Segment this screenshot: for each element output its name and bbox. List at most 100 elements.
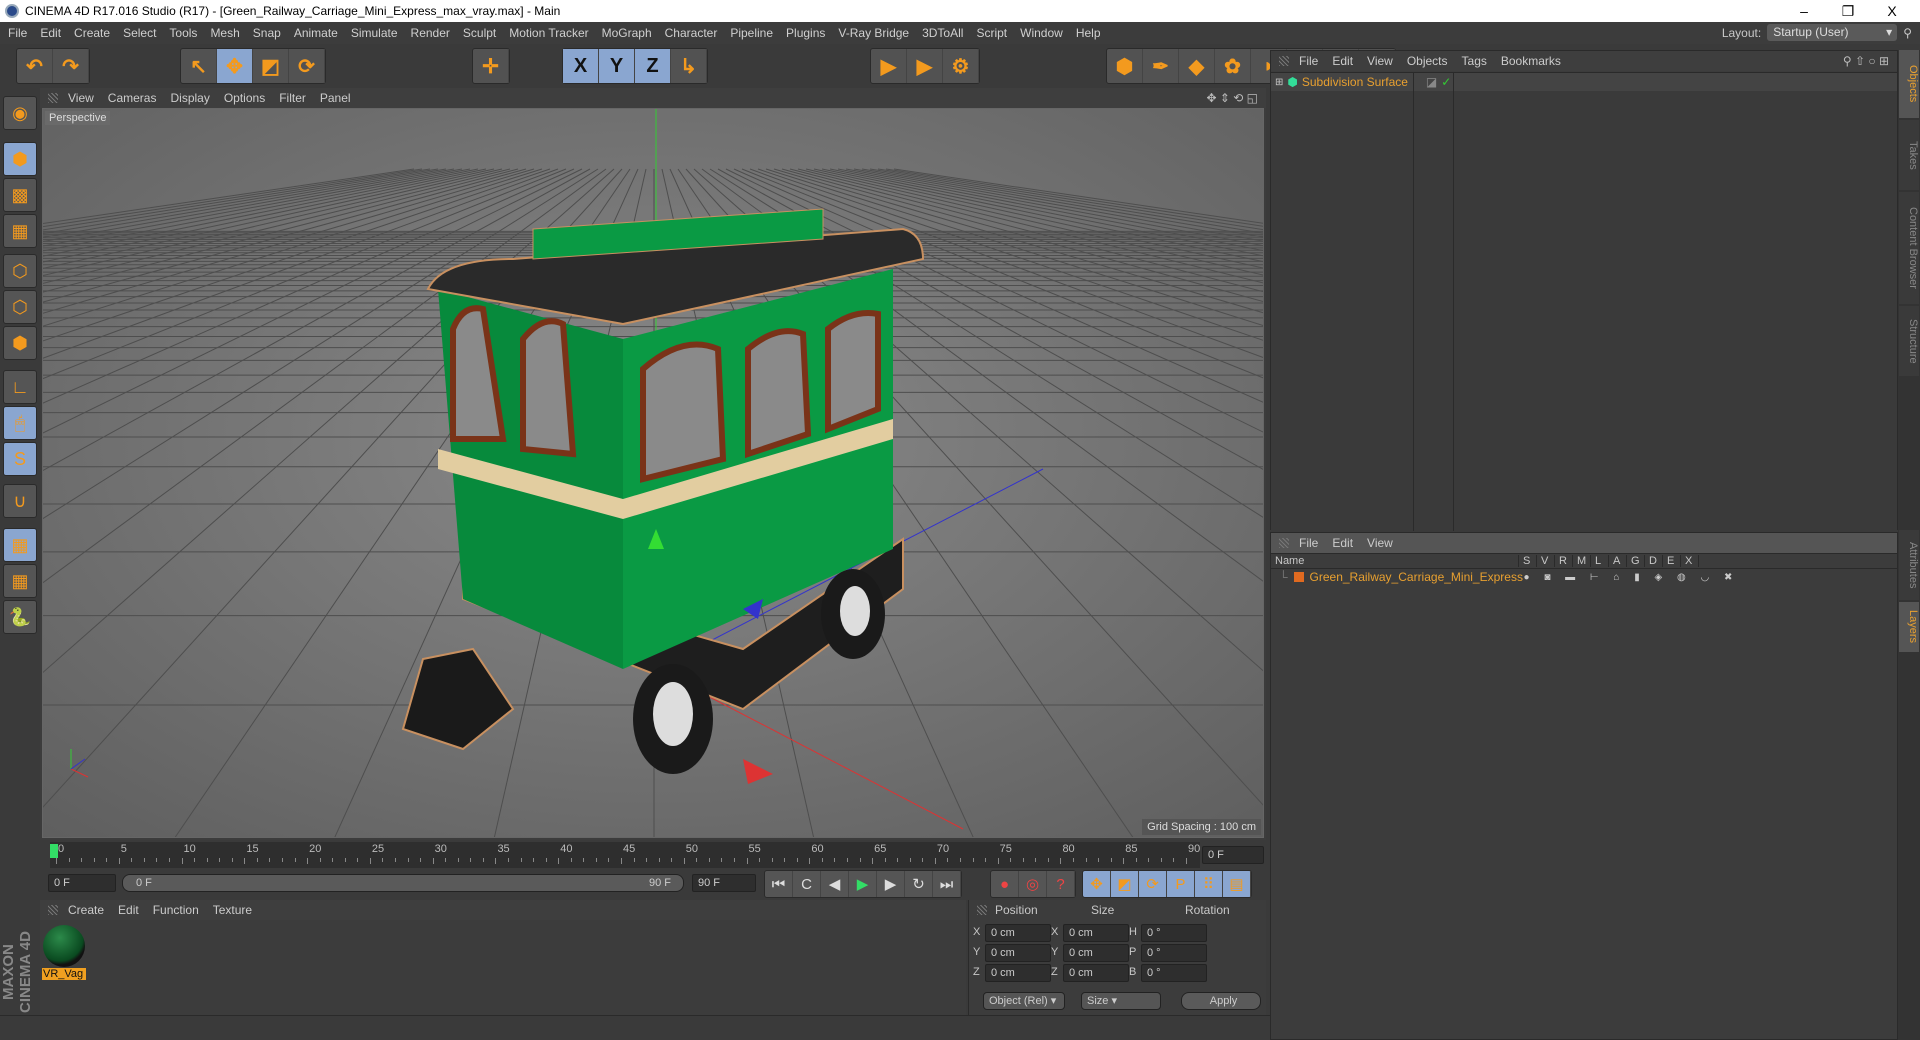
menu-file[interactable]: File (8, 26, 27, 40)
key-rotation-icon[interactable]: ⟳ (1139, 871, 1167, 897)
menu-create[interactable]: Create (74, 26, 110, 40)
position-z-field[interactable]: 0 cm (985, 964, 1051, 982)
cloner-icon[interactable]: ✿ (1215, 49, 1251, 83)
go-end-icon[interactable]: ⏭ (933, 871, 961, 897)
coordinate-mode-dropdown[interactable]: Object (Rel) ▾ (983, 992, 1065, 1010)
menu-file[interactable]: File (1299, 536, 1318, 550)
layer-column-d[interactable]: D (1645, 555, 1663, 567)
menu-create[interactable]: Create (68, 903, 104, 917)
workplane-align-icon[interactable]: ▦ (3, 564, 37, 598)
3d-viewport[interactable]: Perspective Grid Spacing : 100 cm (42, 108, 1264, 838)
menu-display[interactable]: Display (170, 91, 209, 105)
menu-snap[interactable]: Snap (253, 26, 281, 40)
prev-frame-icon[interactable]: ◀ (821, 871, 849, 897)
menu-select[interactable]: Select (123, 26, 156, 40)
menu-mograph[interactable]: MoGraph (602, 26, 652, 40)
menu-tags[interactable]: Tags (1462, 54, 1487, 68)
menu-objects[interactable]: Objects (1407, 54, 1448, 68)
redo-icon[interactable]: ↷ (53, 49, 89, 83)
texture-mode-icon[interactable]: ▩ (3, 178, 37, 212)
play-icon[interactable]: ▶ (849, 871, 877, 897)
menu-bookmarks[interactable]: Bookmarks (1501, 54, 1561, 68)
menu-v-ray-bridge[interactable]: V-Ray Bridge (838, 26, 909, 40)
autokey-icon[interactable]: ◎ (1019, 871, 1047, 897)
select-icon[interactable]: ↖ (181, 49, 217, 83)
python-icon[interactable]: 🐍 (3, 600, 37, 634)
material-swatch[interactable]: VR_Vag (42, 924, 86, 982)
menu-function[interactable]: Function (153, 903, 199, 917)
search-icon[interactable]: ⚲ (1903, 26, 1912, 40)
position-x-field[interactable]: 0 cm (985, 924, 1051, 942)
key-position-icon[interactable]: ✥ (1083, 871, 1111, 897)
pen-spline-icon[interactable]: ✒ (1143, 49, 1179, 83)
menu-simulate[interactable]: Simulate (351, 26, 398, 40)
layer-column-e[interactable]: E (1663, 555, 1681, 567)
layout-dropdown[interactable]: Startup (User) ▾ (1767, 24, 1898, 41)
view-label[interactable]: Perspective (45, 111, 111, 125)
menu-edit[interactable]: Edit (40, 26, 61, 40)
size-z-field[interactable]: 0 cm (1063, 964, 1129, 982)
playhead[interactable] (50, 844, 58, 858)
tab-takes[interactable]: Takes (1899, 120, 1919, 190)
key-scale-icon[interactable]: ◩ (1111, 871, 1139, 897)
layer-column-name[interactable]: Name (1271, 555, 1519, 567)
menu-edit[interactable]: Edit (118, 903, 139, 917)
key-param-icon[interactable]: P (1167, 871, 1195, 897)
menu-animate[interactable]: Animate (294, 26, 338, 40)
menu-view[interactable]: View (68, 91, 94, 105)
points-mode-icon[interactable]: ⬡ (3, 254, 37, 288)
layer-column-s[interactable]: S (1519, 555, 1537, 567)
minimize-button[interactable]: – (1784, 0, 1824, 22)
record-icon[interactable]: ● (991, 871, 1019, 897)
menu-plugins[interactable]: Plugins (786, 26, 825, 40)
menu-cameras[interactable]: Cameras (108, 91, 157, 105)
next-key-icon[interactable]: ↻ (905, 871, 933, 897)
tweak-icon[interactable]: 🖱 (3, 406, 37, 440)
size-mode-dropdown[interactable]: Size ▾ (1081, 992, 1161, 1010)
menu-panel[interactable]: Panel (320, 91, 351, 105)
menu-character[interactable]: Character (665, 26, 718, 40)
z-axis-icon[interactable]: Z (635, 49, 671, 83)
layer-row[interactable]: └ Green_Railway_Carriage_Mini_Express ● … (1271, 569, 1897, 585)
polygons-mode-icon[interactable]: ⬢ (3, 326, 37, 360)
render-view-icon[interactable]: ▶ (871, 49, 907, 83)
layer-color-swatch[interactable] (1293, 572, 1304, 582)
x-axis-icon[interactable]: X (563, 49, 599, 83)
size-y-field[interactable]: 0 cm (1063, 944, 1129, 962)
menu-help[interactable]: Help (1076, 26, 1101, 40)
layer-column-r[interactable]: R (1555, 555, 1573, 567)
start-frame-field[interactable]: 0 F (48, 874, 116, 892)
tab-attributes[interactable]: Attributes (1899, 530, 1919, 600)
menu-edit[interactable]: Edit (1332, 54, 1353, 68)
rotate-icon[interactable]: ⟳ (289, 49, 325, 83)
restore-button[interactable]: ❐ (1828, 0, 1868, 22)
menu-script[interactable]: Script (976, 26, 1007, 40)
transform-icon[interactable]: ✛ (473, 49, 509, 83)
end-frame-field[interactable]: 90 F (692, 874, 756, 892)
position-y-field[interactable]: 0 cm (985, 944, 1051, 962)
coordinate-system-icon[interactable]: ↳ (671, 49, 707, 83)
menu-options[interactable]: Options (224, 91, 265, 105)
magnet-icon[interactable]: ∪ (3, 484, 37, 518)
make-editable-icon[interactable]: ◉ (3, 96, 37, 130)
object-manager-tools-icons[interactable]: ⚲ ⇧ ○ ⊞ (1843, 54, 1889, 68)
menu-view[interactable]: View (1367, 536, 1393, 550)
layer-column-x[interactable]: X (1681, 555, 1699, 567)
edges-mode-icon[interactable]: ⬡ (3, 290, 37, 324)
layer-toggle-icons[interactable]: ● ◙ ▬ ⊢ ⌂ ▮ ◈ ◍ ◡ ✖ (1524, 572, 1739, 583)
layer-column-l[interactable]: L (1591, 555, 1609, 567)
timeline-icon[interactable]: ▤ (1223, 871, 1251, 897)
layer-column-a[interactable]: A (1609, 555, 1627, 567)
layer-column-v[interactable]: V (1537, 555, 1555, 567)
go-start-icon[interactable]: ⏮ (765, 871, 793, 897)
menu-view[interactable]: View (1367, 54, 1393, 68)
rotation-h-field[interactable]: 0 ° (1141, 924, 1207, 942)
object-row[interactable]: ⊞ ⬢ Subdivision Surface ◪ ✓ (1271, 73, 1897, 91)
apply-button[interactable]: Apply (1181, 992, 1261, 1010)
menu-mesh[interactable]: Mesh (210, 26, 239, 40)
tab-objects[interactable]: Objects (1899, 50, 1919, 118)
tab-layers[interactable]: Layers (1899, 602, 1919, 652)
size-x-field[interactable]: 0 cm (1063, 924, 1129, 942)
menu-texture[interactable]: Texture (213, 903, 252, 917)
menu-pipeline[interactable]: Pipeline (730, 26, 773, 40)
